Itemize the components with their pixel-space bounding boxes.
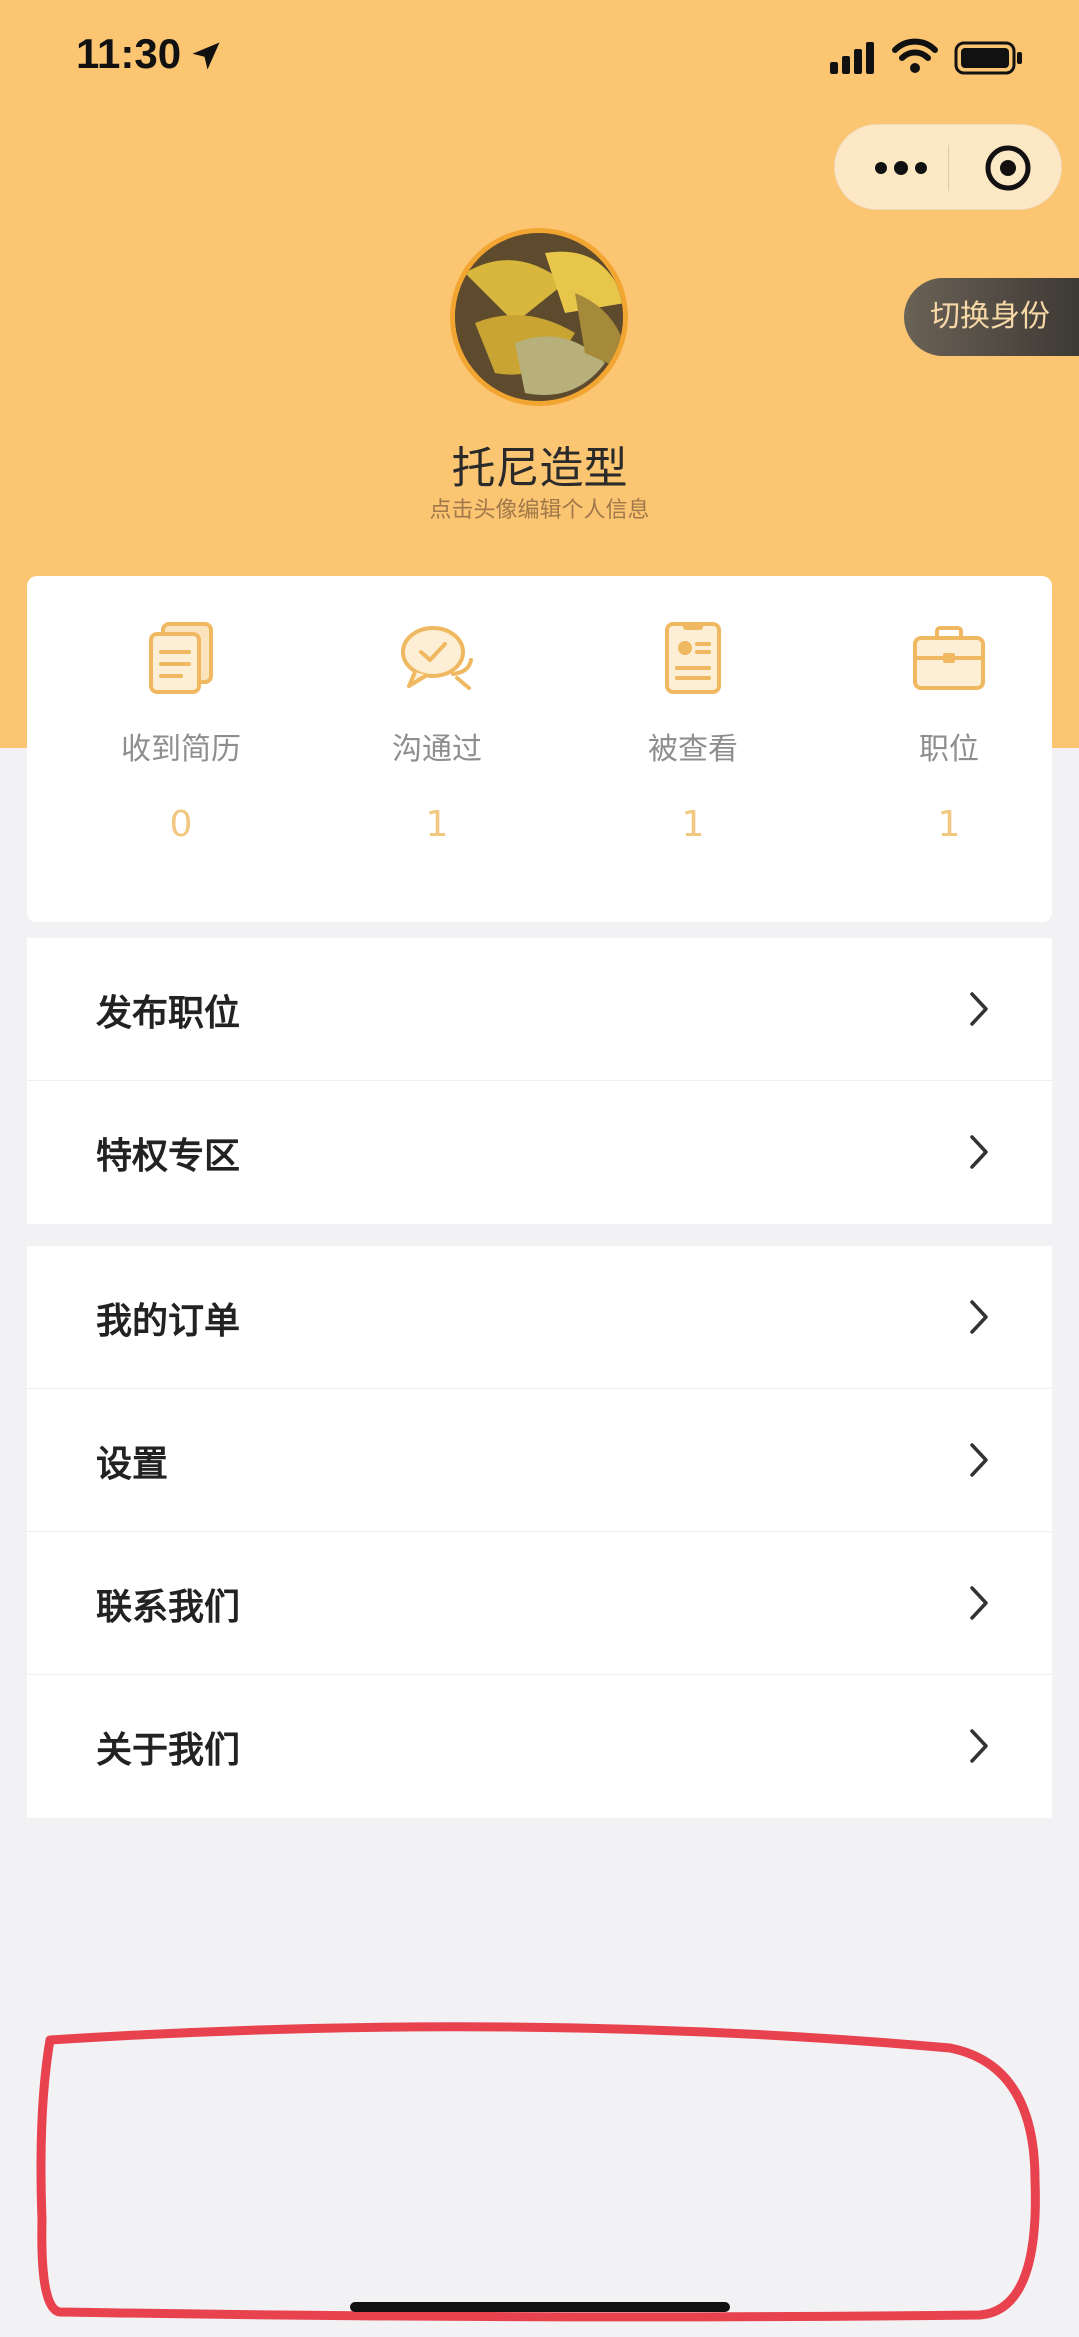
id-card-icon: [665, 622, 721, 694]
menu-label: 关于我们: [96, 1730, 241, 1771]
stats-card: 收到简历 0 沟通过 1 被查看 1 职位 1: [27, 576, 1052, 922]
stat-value: 1: [425, 804, 449, 845]
status-bar: 11:30: [0, 0, 1079, 120]
menu-label: 设置: [96, 1444, 169, 1485]
chat-check-icon: [401, 626, 473, 690]
stat-value: 1: [681, 804, 705, 845]
stat-label: 被查看: [648, 732, 738, 767]
menu-item-privilege-zone[interactable]: 特权专区: [27, 1081, 1052, 1224]
stat-value: 1: [937, 804, 961, 845]
battery-icon: [954, 41, 1022, 75]
more-dots-icon[interactable]: [871, 149, 931, 187]
chevron-right-icon: [970, 1135, 988, 1169]
profile-name[interactable]: 托尼造型: [0, 432, 1079, 496]
chevron-right-icon: [970, 1443, 988, 1477]
chevron-right-icon: [970, 1300, 988, 1334]
menu-group-jobs: 发布职位 特权专区: [27, 938, 1052, 1224]
avatar[interactable]: [450, 228, 628, 406]
menu-label: 特权专区: [96, 1136, 241, 1177]
wifi-icon: [892, 38, 938, 73]
profile-hint: 点击头像编辑个人信息: [429, 498, 650, 523]
menu-label: 我的订单: [96, 1301, 241, 1342]
stat-positions[interactable]: 职位 1: [821, 576, 1077, 922]
menu-item-publish-job[interactable]: 发布职位: [27, 938, 1052, 1081]
stat-value: 0: [169, 804, 193, 845]
stat-resumes-received[interactable]: 收到简历 0: [53, 576, 309, 922]
stat-label: 沟通过: [392, 732, 482, 767]
stat-label: 职位: [919, 732, 979, 767]
home-indicator: [350, 2302, 730, 2312]
stat-viewed[interactable]: 被查看 1: [565, 576, 821, 922]
capsule-divider: [948, 145, 949, 191]
stat-communicated[interactable]: 沟通过 1: [309, 576, 565, 922]
menu-item-my-orders[interactable]: 我的订单: [27, 1246, 1052, 1389]
stat-label: 收到简历: [121, 732, 241, 767]
menu-label: 联系我们: [96, 1587, 241, 1628]
menu-item-contact-us[interactable]: 联系我们: [27, 1532, 1052, 1675]
mini-program-capsule: [834, 124, 1062, 210]
chevron-right-icon: [970, 1586, 988, 1620]
red-annotation-circle: [36, 2022, 1040, 2322]
menu-item-settings[interactable]: 设置: [27, 1389, 1052, 1532]
signal-icon: [830, 42, 874, 74]
mine-page: 11:30 切换身份 托尼造型 点击头像编辑个人信息 收到简历 0 沟通过 1 …: [0, 0, 1079, 2337]
target-close-icon[interactable]: [983, 143, 1033, 193]
status-time: 11:30: [76, 30, 182, 77]
resume-stack-icon: [149, 622, 213, 694]
switch-identity-button[interactable]: 切换身份: [904, 278, 1079, 356]
chevron-right-icon: [970, 992, 988, 1026]
menu-group-account: 我的订单 设置 联系我们 关于我们: [27, 1246, 1052, 1818]
menu-label: 发布职位: [96, 993, 241, 1034]
briefcase-icon: [913, 626, 985, 690]
location-arrow-icon: [192, 42, 220, 70]
menu-item-about-us[interactable]: 关于我们: [27, 1675, 1052, 1818]
chevron-right-icon: [970, 1729, 988, 1763]
